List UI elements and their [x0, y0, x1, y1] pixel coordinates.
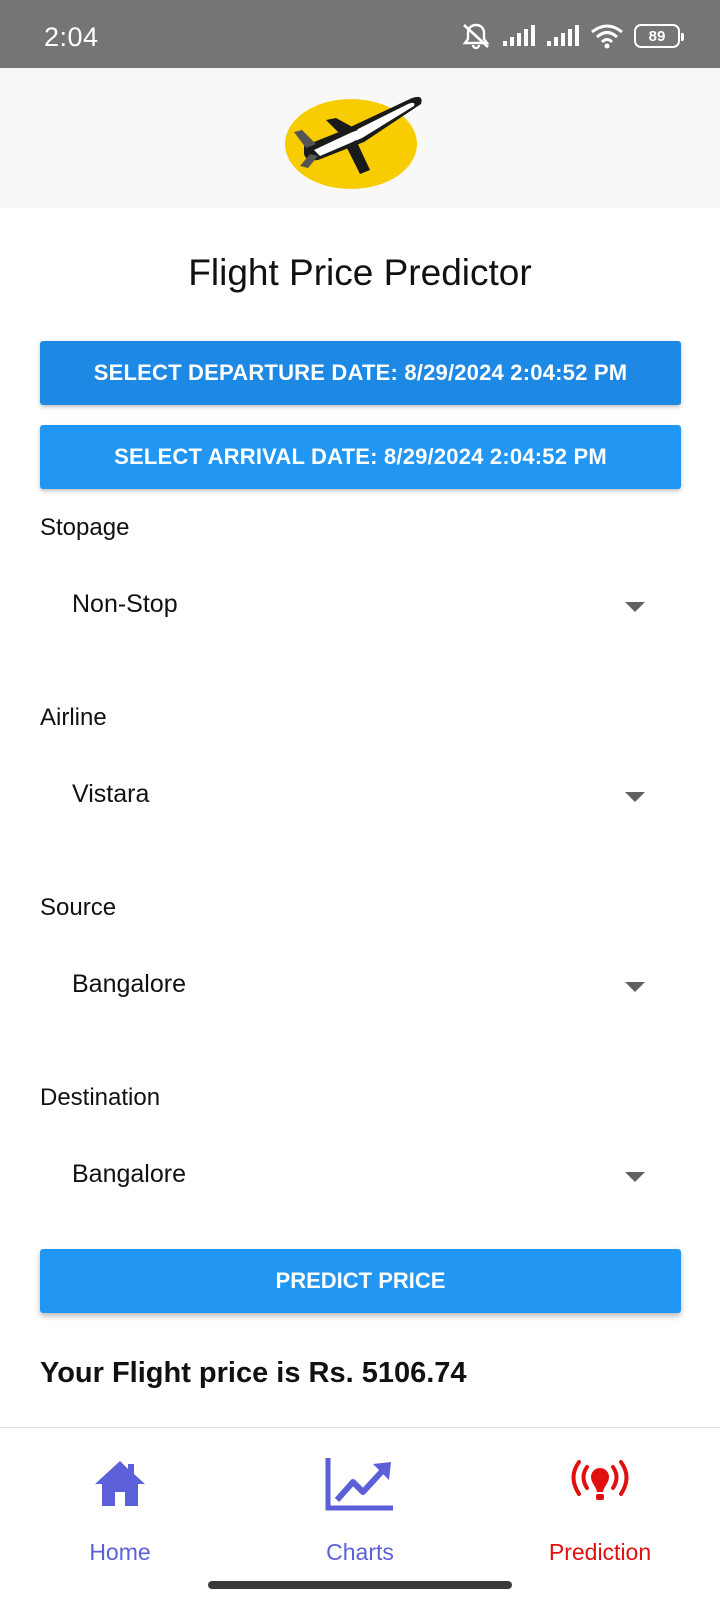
app-header [0, 68, 720, 208]
status-time: 2:04 [44, 22, 99, 52]
source-value: Bangalore [72, 970, 186, 998]
signal-icon [546, 25, 580, 47]
chart-icon [325, 1458, 393, 1511]
bottom-navigation: Home Charts Prediction [0, 1427, 720, 1600]
source-select[interactable]: Bangalore [40, 956, 681, 1016]
broadcast-icon [571, 1460, 629, 1500]
select-arrival-date-button[interactable]: SELECT ARRIVAL DATE: 8/29/2024 2:04:52 P… [40, 425, 681, 489]
home-icon [95, 1461, 145, 1506]
airplane-logo [285, 96, 422, 189]
destination-value: Bangalore [72, 1160, 186, 1188]
price-result: Your Flight price is Rs. 5106.74 [40, 1357, 467, 1389]
source-label: Source [40, 894, 117, 921]
wifi-icon [590, 23, 624, 49]
caret-down-icon [625, 1172, 645, 1182]
stopage-label: Stopage [40, 514, 130, 541]
select-departure-date-button[interactable]: SELECT DEPARTURE DATE: 8/29/2024 2:04:52… [40, 341, 681, 405]
status-icons: 89 [460, 20, 684, 52]
signal-icon [502, 25, 536, 47]
home-indicator[interactable] [208, 1581, 512, 1589]
nav-label-home: Home [89, 1539, 151, 1565]
nav-item-prediction[interactable]: Prediction [480, 1428, 720, 1578]
destination-label: Destination [40, 1084, 161, 1111]
stopage-value: Non-Stop [72, 590, 178, 618]
caret-down-icon [625, 982, 645, 992]
nav-label-charts: Charts [326, 1539, 394, 1565]
nav-label-prediction: Prediction [548, 1539, 652, 1565]
stopage-select[interactable]: Non-Stop [40, 576, 681, 636]
predict-price-button[interactable]: PREDICT PRICE [40, 1249, 681, 1313]
destination-select[interactable]: Bangalore [40, 1146, 681, 1206]
page-title: Flight Price Predictor [188, 252, 532, 293]
mute-bell-icon [460, 21, 492, 51]
airline-select[interactable]: Vistara [40, 766, 681, 826]
caret-down-icon [625, 602, 645, 612]
nav-item-charts[interactable]: Charts [240, 1428, 480, 1578]
nav-item-home[interactable]: Home [0, 1428, 240, 1578]
status-bar: 2:04 89 [0, 0, 720, 68]
battery-icon: 89 [634, 24, 684, 48]
airline-value: Vistara [72, 780, 150, 808]
airline-label: Airline [40, 704, 107, 731]
caret-down-icon [625, 792, 645, 802]
